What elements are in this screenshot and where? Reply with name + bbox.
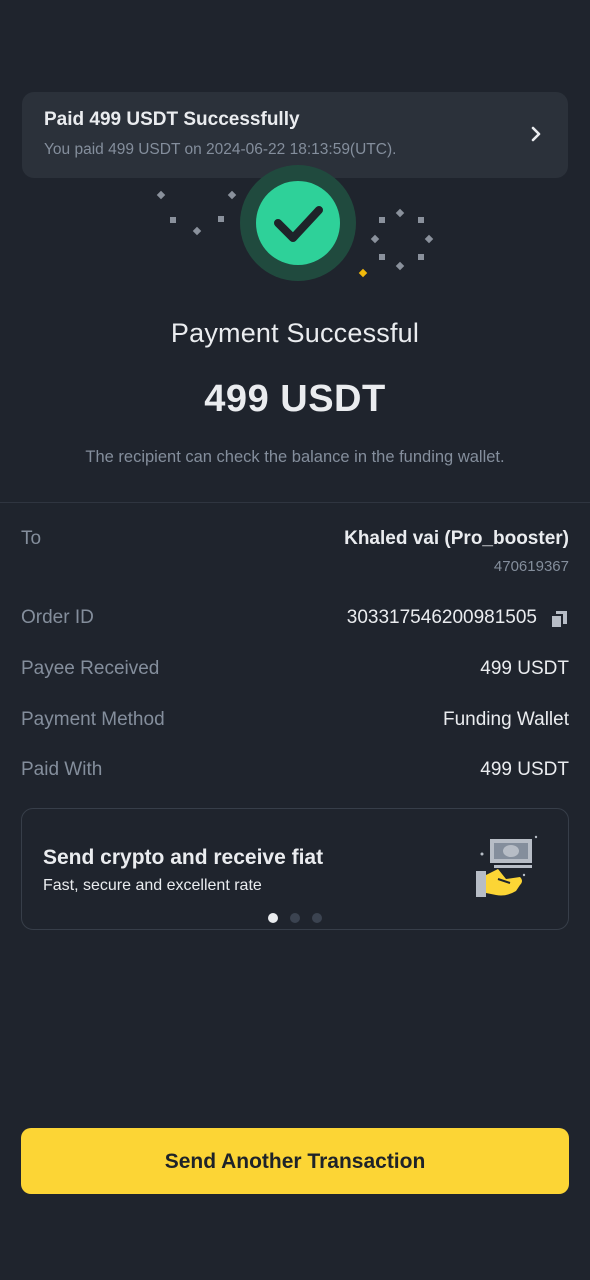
success-check-icon — [156, 165, 434, 281]
payee-received-label: Payee Received — [21, 658, 160, 679]
to-label: To — [21, 528, 42, 549]
paid-with-value: 499 USDT — [480, 759, 569, 780]
banner-subtitle: You paid 499 USDT on 2024-06-22 18:13:59… — [44, 141, 397, 158]
detail-row-payee-received: Payee Received 499 USDT — [21, 658, 569, 688]
promo-card[interactable]: Send crypto and receive fiat Fast, secur… — [21, 808, 569, 930]
page-dot-1[interactable] — [268, 913, 278, 923]
detail-row-payment-method: Payment Method Funding Wallet — [21, 709, 569, 739]
payee-received-value: 499 USDT — [480, 658, 569, 679]
send-another-transaction-button[interactable]: Send Another Transaction — [21, 1128, 569, 1194]
copy-icon[interactable] — [549, 609, 569, 629]
cash-hand-icon — [476, 835, 538, 897]
payment-method-value: Funding Wallet — [442, 709, 569, 730]
detail-row-paid-with: Paid With 499 USDT — [21, 759, 569, 789]
to-value: Khaled vai (Pro_booster) — [344, 528, 569, 549]
page-dot-2[interactable] — [290, 913, 300, 923]
to-id: 470619367 — [493, 558, 569, 575]
banner-title: Paid 499 USDT Successfully — [44, 109, 300, 130]
payment-success-screen: Paid 499 USDT Successfully You paid 499 … — [0, 0, 590, 1280]
recipient-note: The recipient can check the balance in t… — [85, 448, 505, 466]
pagination-dots — [22, 913, 568, 923]
paid-with-label: Paid With — [21, 759, 103, 780]
divider — [0, 502, 590, 503]
detail-row-to: To Khaled vai (Pro_booster) 470619367 — [21, 528, 569, 575]
promo-title: Send crypto and receive fiat — [43, 846, 324, 869]
chevron-right-icon — [531, 126, 541, 142]
promo-subtitle: Fast, secure and excellent rate — [43, 877, 262, 894]
detail-row-order-id: Order ID 303317546200981505 — [21, 607, 569, 637]
payment-method-label: Payment Method — [21, 709, 165, 730]
page-title: Payment Successful — [170, 318, 420, 348]
order-id-value: 303317546200981505 — [346, 607, 537, 628]
page-dot-3[interactable] — [312, 913, 322, 923]
payment-amount: 499 USDT — [204, 378, 386, 420]
order-id-label: Order ID — [21, 607, 94, 628]
